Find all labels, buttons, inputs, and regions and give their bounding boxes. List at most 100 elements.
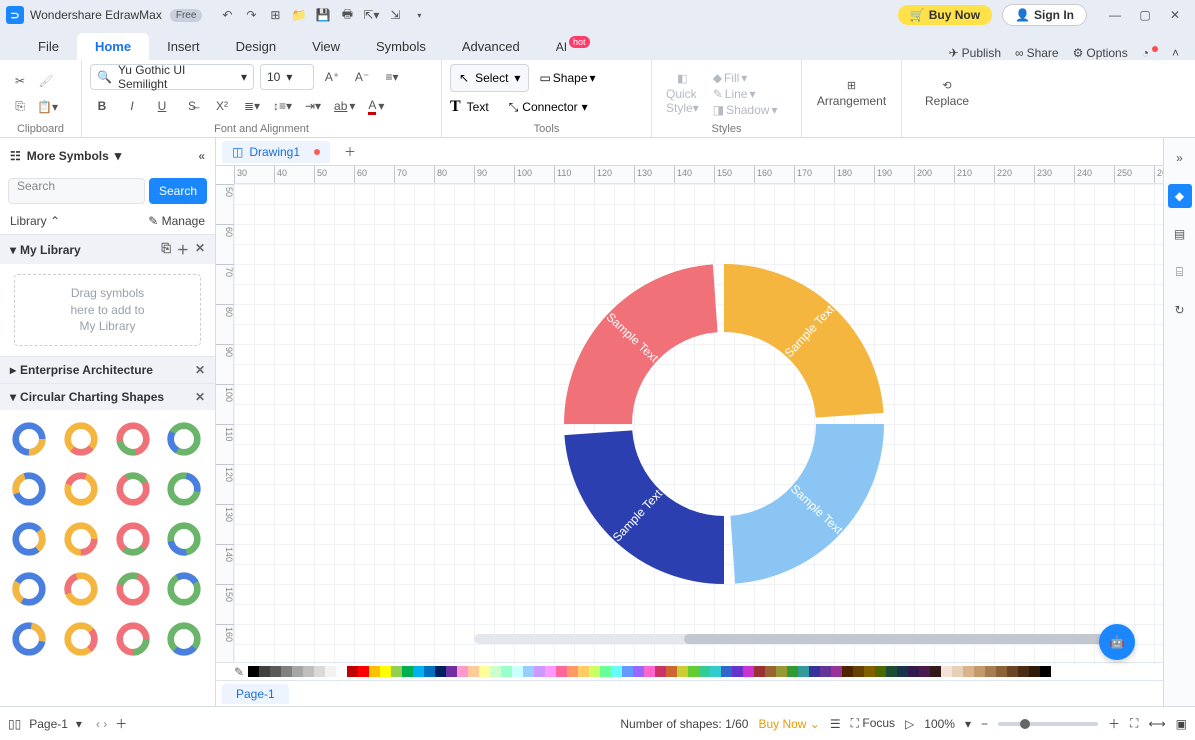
shape-thumbnail[interactable] [60,518,102,560]
color-swatch[interactable] [281,666,292,677]
undo-icon[interactable]: ↶ [216,4,238,26]
color-swatch[interactable] [644,666,655,677]
color-swatch[interactable] [600,666,611,677]
color-swatch[interactable] [589,666,600,677]
library-toggle[interactable]: Library ⌃ [10,214,60,228]
presentation-icon[interactable]: ▷ [905,717,914,731]
donut-chart-shape[interactable]: Sample TextSample TextSample TextSample … [554,254,894,594]
enterprise-arch-section[interactable]: ▸ Enterprise Architecture✕ [0,356,215,383]
save-icon[interactable]: 💾 [312,4,334,26]
buy-now-button[interactable]: 🛒 Buy Now [898,5,992,25]
shape-thumbnail[interactable] [8,518,50,560]
font-size-select[interactable]: 10 ▾ [260,64,314,90]
color-swatch[interactable] [501,666,512,677]
zoom-in-button[interactable]: ＋ [1108,715,1120,732]
color-swatch[interactable] [688,666,699,677]
my-library-dropzone[interactable]: Drag symbols here to add to My Library [14,274,201,346]
format-pane-icon[interactable]: ◆ [1168,184,1192,208]
color-swatch[interactable] [347,666,358,677]
bold-icon[interactable]: B [90,94,114,118]
shape-thumbnail[interactable] [163,418,205,460]
fit-page-icon[interactable]: ⛶ [1130,716,1138,731]
color-swatch[interactable] [1029,666,1040,677]
color-swatch[interactable] [776,666,787,677]
print-icon[interactable]: 🖶 [336,4,358,26]
manage-button[interactable]: ✎ Manage [148,214,205,228]
color-swatch[interactable] [457,666,468,677]
qat-more-icon[interactable]: ▾ [408,4,430,26]
close-icon[interactable]: ✕ [1161,4,1189,26]
close-circ-icon[interactable]: ✕ [195,390,205,404]
shape-thumbnail[interactable] [60,568,102,610]
color-swatch[interactable] [886,666,897,677]
color-swatch[interactable] [930,666,941,677]
color-swatch[interactable] [578,666,589,677]
color-swatch[interactable] [424,666,435,677]
export-icon[interactable]: ⇱▾ [360,4,382,26]
zoom-out-button[interactable]: − [981,717,988,731]
connector-tool[interactable]: ⤡ Connector ▾ [509,100,588,115]
shape-thumbnail[interactable] [8,418,50,460]
shape-thumbnail[interactable] [163,618,205,660]
color-swatch[interactable] [611,666,622,677]
focus-button[interactable]: ⛶ Focus [851,716,895,731]
color-swatch[interactable] [677,666,688,677]
color-swatch[interactable] [413,666,424,677]
bullets-icon[interactable]: ≣▾ [240,94,264,118]
line-button[interactable]: ✎ Line ▾ [713,87,778,101]
shape-thumbnail[interactable] [8,618,50,660]
color-swatch[interactable] [534,666,545,677]
tab-insert[interactable]: Insert [149,33,218,60]
color-swatch[interactable] [952,666,963,677]
color-swatch[interactable] [468,666,479,677]
rail-collapse-icon[interactable]: » [1168,146,1192,170]
shape-tool[interactable]: ▭ Shape ▾ [539,71,595,85]
horizontal-scrollbar[interactable] [474,634,1114,644]
shadow-button[interactable]: ◨ Shadow ▾ [713,103,778,117]
color-swatch[interactable] [666,666,677,677]
color-swatch[interactable] [369,666,380,677]
replace-button[interactable]: ⟲Replace [919,71,975,117]
status-page-label[interactable]: Page-1 [29,717,68,731]
color-swatch[interactable] [820,666,831,677]
color-swatch[interactable] [512,666,523,677]
color-swatch[interactable] [248,666,259,677]
comment-pane-icon[interactable]: ⌸ [1168,260,1192,284]
fullscreen-icon[interactable]: ▣ [1176,717,1187,731]
italic-icon[interactable]: I [120,94,144,118]
status-buy-link[interactable]: Buy Now ⌄ [758,717,819,731]
minimize-icon[interactable]: — [1101,4,1129,26]
color-swatch[interactable] [787,666,798,677]
color-swatch[interactable] [490,666,501,677]
color-swatch[interactable] [996,666,1007,677]
align-icon[interactable]: ≡▾ [380,65,404,89]
color-swatch[interactable] [435,666,446,677]
layers-icon[interactable]: ☰ [830,717,841,731]
color-swatch[interactable] [292,666,303,677]
color-swatch[interactable] [633,666,644,677]
color-swatch[interactable] [336,666,347,677]
color-swatch[interactable] [1040,666,1051,677]
fit-width-icon[interactable]: ⟷ [1148,717,1165,731]
collapse-ribbon-icon[interactable]: ˄ [1172,46,1179,60]
collapse-panel-icon[interactable]: « [198,149,205,163]
tab-ai[interactable]: AIhot [538,33,608,60]
tab-view[interactable]: View [294,33,358,60]
color-swatch[interactable] [897,666,908,677]
shape-thumbnail[interactable] [163,518,205,560]
color-swatch[interactable] [391,666,402,677]
fill-button[interactable]: ◆ Fill ▾ [713,71,778,85]
color-swatch[interactable] [919,666,930,677]
color-swatch[interactable] [567,666,578,677]
shape-thumbnail[interactable] [112,418,154,460]
tab-symbols[interactable]: Symbols [358,33,444,60]
color-swatch[interactable] [303,666,314,677]
search-button[interactable]: Search [149,178,207,204]
add-page-button[interactable]: ＋ [115,715,127,732]
history-pane-icon[interactable]: ↻ [1168,298,1192,322]
circular-shapes-section[interactable]: ▾ Circular Charting Shapes✕ [0,383,215,410]
shape-thumbnail[interactable] [60,418,102,460]
page-pane-icon[interactable]: ▤ [1168,222,1192,246]
color-swatch[interactable] [523,666,534,677]
color-swatch[interactable] [721,666,732,677]
